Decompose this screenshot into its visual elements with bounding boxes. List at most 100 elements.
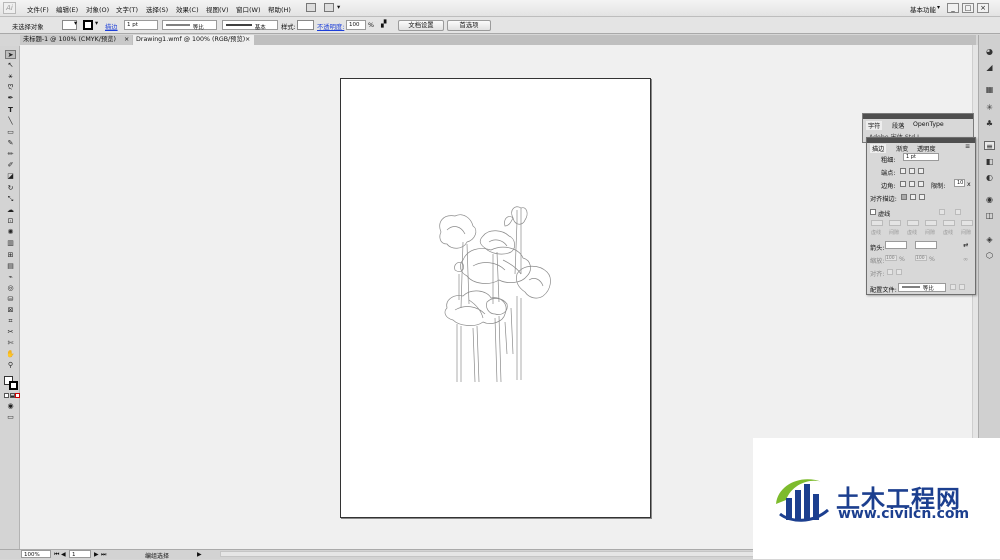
arrange-documents-icon[interactable] <box>324 3 334 12</box>
paintbrush-tool-icon[interactable]: ✎ <box>5 139 16 148</box>
bridge-icon[interactable] <box>306 3 316 12</box>
next-artboard-icon[interactable]: ▶ <box>94 551 99 558</box>
menu-effect[interactable]: 效果(C) <box>176 4 199 14</box>
color-panel-icon[interactable]: ◕ <box>984 47 995 56</box>
stroke-color-icon[interactable] <box>9 381 18 390</box>
projecting-cap-button[interactable] <box>918 168 924 174</box>
rectangle-tool-icon[interactable]: ▭ <box>5 128 16 137</box>
gradient-tool-icon[interactable]: ▤ <box>5 262 16 271</box>
panel-header[interactable] <box>867 138 975 143</box>
direct-selection-tool-icon[interactable]: ↖ <box>5 61 16 70</box>
align-center-button[interactable] <box>901 194 907 200</box>
minimize-button[interactable]: _ <box>947 3 959 13</box>
lasso-tool-icon[interactable]: ღ <box>5 82 16 91</box>
symbol-sprayer-tool-icon[interactable]: ✺ <box>5 228 16 237</box>
chevron-down-icon[interactable]: ▾ <box>937 4 940 11</box>
tab-untitled[interactable]: 未标题-1 @ 100% (CMYK/预览) × <box>20 35 132 45</box>
align-outside-button[interactable] <box>919 194 925 200</box>
round-cap-button[interactable] <box>909 168 915 174</box>
blend-tool-icon[interactable]: ◎ <box>5 284 16 293</box>
dash-input[interactable] <box>907 220 919 226</box>
stroke-link[interactable]: 描边 <box>105 22 118 31</box>
tab-opentype[interactable]: OpenType <box>913 121 944 128</box>
stroke-panel-icon[interactable]: ≡ <box>984 141 995 151</box>
menu-object[interactable]: 对象(O) <box>86 4 109 14</box>
close-button[interactable]: × <box>977 3 989 13</box>
artboards-panel-icon[interactable]: ⬡ <box>984 251 995 260</box>
brush-definition-dropdown[interactable]: 基本 <box>222 20 278 31</box>
status-menu-icon[interactable]: ▶ <box>197 551 202 558</box>
gradient-panel-icon[interactable]: ◧ <box>984 157 995 166</box>
opacity-link[interactable]: 不透明度: <box>317 22 344 31</box>
flip-along-button[interactable] <box>950 284 956 290</box>
weight-dropdown[interactable]: 1 pt <box>903 153 939 161</box>
recolor-artwork-icon[interactable]: ▞ <box>381 20 386 28</box>
workspace-switcher[interactable]: 基本功能 <box>910 4 936 14</box>
layers-panel-icon[interactable]: ◈ <box>984 235 995 244</box>
tab-transparency[interactable]: 透明度 <box>917 144 936 153</box>
bevel-join-button[interactable] <box>918 181 924 187</box>
zoom-tool-icon[interactable]: ⚲ <box>5 361 16 370</box>
scale-tool-icon[interactable]: ⤡ <box>5 195 16 204</box>
menu-edit[interactable]: 编辑(E) <box>56 4 78 14</box>
hand-tool-icon[interactable]: ✋ <box>5 350 16 359</box>
dashed-line-checkbox[interactable] <box>870 209 876 215</box>
brushes-panel-icon[interactable]: ✳ <box>984 103 995 112</box>
live-paint-selection-tool-icon[interactable]: ⊠ <box>5 306 16 315</box>
menu-file[interactable]: 文件(F) <box>27 4 49 14</box>
flip-across-button[interactable] <box>959 284 965 290</box>
menu-view[interactable]: 视图(V) <box>206 4 229 14</box>
tab-drawing1[interactable]: Drawing1.wmf @ 100% (RGB/预览) × <box>133 35 254 45</box>
align-dash-button[interactable] <box>955 209 961 215</box>
butt-cap-button[interactable] <box>900 168 906 174</box>
menu-type[interactable]: 文字(T) <box>116 4 138 14</box>
tab-stroke[interactable]: 描边 <box>870 144 887 153</box>
limit-input[interactable]: 10 <box>954 179 965 187</box>
document-setup-button[interactable]: 文档设置 <box>398 20 444 31</box>
graphic-styles-icon[interactable]: ◫ <box>984 211 995 220</box>
rotate-tool-icon[interactable]: ↻ <box>5 184 16 193</box>
live-paint-tool-icon[interactable]: ⛁ <box>5 295 16 304</box>
tab-character[interactable]: 字符 <box>866 121 883 130</box>
graphic-style-swatch[interactable] <box>297 20 314 30</box>
preferences-button[interactable]: 首选项 <box>447 20 491 31</box>
line-tool-icon[interactable]: ╲ <box>5 117 16 126</box>
symbols-panel-icon[interactable]: ♣ <box>984 119 995 128</box>
opacity-input[interactable]: 100 <box>346 20 366 30</box>
previous-artboard-icon[interactable]: ◀ <box>61 551 66 558</box>
draw-mode-icon[interactable]: ◉ <box>5 402 16 411</box>
chevron-down-icon[interactable]: ▾ <box>95 20 98 27</box>
crop-area-tool-icon[interactable]: ⌗ <box>5 317 16 326</box>
tab-gradient[interactable]: 渐变 <box>896 144 908 153</box>
last-artboard-icon[interactable]: ⏭ <box>101 551 106 559</box>
gap-input[interactable] <box>889 220 901 226</box>
dash-input[interactable] <box>943 220 955 226</box>
menu-window[interactable]: 窗口(W) <box>236 4 261 14</box>
gap-input[interactable] <box>961 220 973 226</box>
miter-join-button[interactable] <box>900 181 906 187</box>
end-arrowhead-dropdown[interactable] <box>915 241 937 249</box>
selection-tool-icon[interactable]: ➤ <box>5 50 16 59</box>
gap-input[interactable] <box>925 220 937 226</box>
color-mode-icon[interactable] <box>4 393 9 398</box>
lotus-line-drawing[interactable] <box>433 204 557 388</box>
arrow-tip-beyond-button[interactable] <box>887 269 893 275</box>
first-artboard-icon[interactable]: ⏮ <box>54 551 59 559</box>
scissors-tool-icon[interactable]: ✄ <box>5 339 16 348</box>
stroke-weight-dropdown[interactable]: 1 pt <box>124 20 158 30</box>
column-graph-tool-icon[interactable]: ▥ <box>5 239 16 248</box>
menu-help[interactable]: 帮助(H) <box>268 4 291 14</box>
dash-input[interactable] <box>871 220 883 226</box>
align-inside-button[interactable] <box>910 194 916 200</box>
round-join-button[interactable] <box>909 181 915 187</box>
variable-width-profile-dropdown[interactable]: 等比 <box>162 20 217 31</box>
warp-tool-icon[interactable]: ☁ <box>5 206 16 215</box>
artboard-dropdown[interactable]: 1 <box>69 550 91 558</box>
preserve-dash-button[interactable] <box>939 209 945 215</box>
screen-mode-icon[interactable]: ▭ <box>5 413 16 422</box>
color-guide-icon[interactable]: ◢ <box>984 63 995 72</box>
zoom-dropdown[interactable]: 100% <box>21 550 51 558</box>
type-tool-icon[interactable]: T <box>5 106 16 115</box>
tab-paragraph[interactable]: 段落 <box>892 121 904 130</box>
free-transform-tool-icon[interactable]: ⊡ <box>5 217 16 226</box>
